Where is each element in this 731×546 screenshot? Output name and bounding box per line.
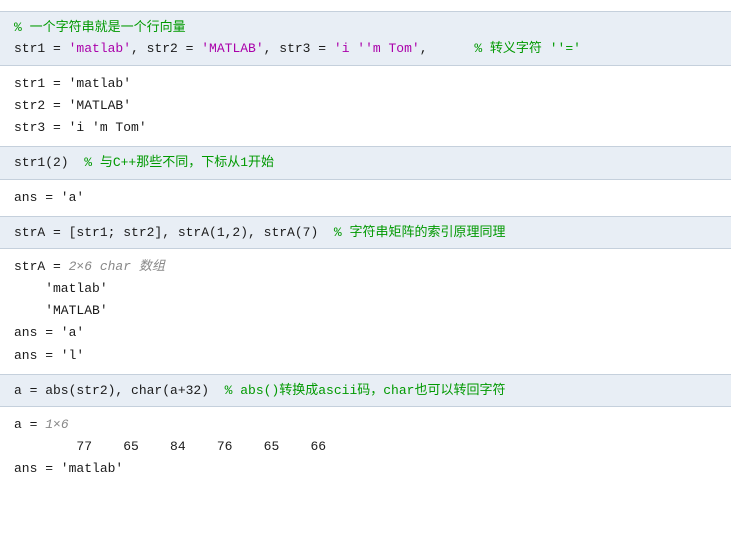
text-part-0-0-0: % 一个字符串就是一个行向量 <box>14 20 186 35</box>
text-part-6-0-0: a = abs(str2), char(a+32) <box>14 383 225 398</box>
text-part-5-4-0: ans = 'l' <box>14 348 84 363</box>
text-part-0-1-1: 'matlab' <box>69 41 131 56</box>
text-part-4-0-0: strA = [str1; str2], strA(1,2), strA(7) <box>14 225 334 240</box>
line-5-3: ans = 'a' <box>14 322 717 344</box>
line-4-0: strA = [str1; str2], strA(1,2), strA(7) … <box>14 222 717 243</box>
text-part-5-0-0: strA = <box>14 259 69 274</box>
line-0-0: % 一个字符串就是一个行向量 <box>14 17 717 38</box>
line-5-2: 'MATLAB' <box>14 300 717 322</box>
text-part-4-0-1: % 字符串矩阵的索引原理同理 <box>334 225 506 240</box>
text-part-2-0-1: % 与C++那些不同，下标从1开始 <box>84 155 274 170</box>
text-part-5-0-1: 2×6 char 数组 <box>69 259 165 274</box>
code-block-4: strA = [str1; str2], strA(1,2), strA(7) … <box>0 216 731 249</box>
text-part-2-0-0: str1(2) <box>14 155 84 170</box>
text-part-1-2-0: str3 = 'i 'm Tom' <box>14 120 147 135</box>
line-5-1: 'matlab' <box>14 278 717 300</box>
output-block-3: ans = 'a' <box>0 183 731 213</box>
line-7-3: ans = 'matlab' <box>14 458 717 480</box>
text-part-3-0-0: ans = 'a' <box>14 190 84 205</box>
line-7-0: a = 1×6 <box>14 414 717 436</box>
output-block-5: strA = 2×6 char 数组 'matlab' 'MATLAB' ans … <box>0 252 731 370</box>
text-part-7-0-0: a = <box>14 417 45 432</box>
text-part-5-3-0: ans = 'a' <box>14 325 84 340</box>
text-part-0-1-7: % 转义字符 ''=' <box>474 41 581 56</box>
text-part-7-0-1: 1×6 <box>45 417 68 432</box>
text-part-5-2-0: 'MATLAB' <box>14 303 108 318</box>
line-0-1: str1 = 'matlab', str2 = 'MATLAB', str3 =… <box>14 38 717 59</box>
code-block-0: % 一个字符串就是一个行向量 str1 = 'matlab', str2 = 'M… <box>0 11 731 66</box>
code-block-2: str1(2) % 与C++那些不同，下标从1开始 <box>0 146 731 179</box>
output-block-7: a = 1×6 77 65 84 76 65 66 ans = 'matlab' <box>0 410 731 484</box>
line-3-0: ans = 'a' <box>14 187 717 209</box>
line-6-0: a = abs(str2), char(a+32) % abs()转换成asci… <box>14 380 717 401</box>
code-block-6: a = abs(str2), char(a+32) % abs()转换成asci… <box>0 374 731 407</box>
text-part-7-3-0: ans = 'matlab' <box>14 461 123 476</box>
text-part-0-1-2: , str2 = <box>131 41 201 56</box>
text-part-0-1-5: 'i ''m Tom' <box>334 41 420 56</box>
text-part-5-1-0: 'matlab' <box>14 281 108 296</box>
text-part-1-1-0: str2 = 'MATLAB' <box>14 98 131 113</box>
line-7-1: 77 65 84 76 65 66 <box>14 436 717 458</box>
text-part-0-1-3: 'MATLAB' <box>201 41 263 56</box>
line-1-2: str3 = 'i 'm Tom' <box>14 117 717 139</box>
line-5-0: strA = 2×6 char 数组 <box>14 256 717 278</box>
output-block-1: str1 = 'matlab' str2 = 'MATLAB' str3 = 'i … <box>0 69 731 143</box>
line-2-0: str1(2) % 与C++那些不同，下标从1开始 <box>14 152 717 173</box>
text-part-6-0-1: % abs()转换成ascii码，char也可以转回字符 <box>225 383 506 398</box>
line-1-0: str1 = 'matlab' <box>14 73 717 95</box>
text-part-0-1-6: , <box>420 41 475 56</box>
line-1-1: str2 = 'MATLAB' <box>14 95 717 117</box>
text-part-7-1-0: 77 65 84 76 65 66 <box>14 439 326 454</box>
text-part-1-0-0: str1 = 'matlab' <box>14 76 131 91</box>
main-container: % 一个字符串就是一个行向量str1 = 'matlab', str2 = 'M… <box>0 11 731 484</box>
text-part-0-1-4: , str3 = <box>264 41 334 56</box>
line-5-4: ans = 'l' <box>14 345 717 367</box>
text-part-0-1-0: str1 = <box>14 41 69 56</box>
